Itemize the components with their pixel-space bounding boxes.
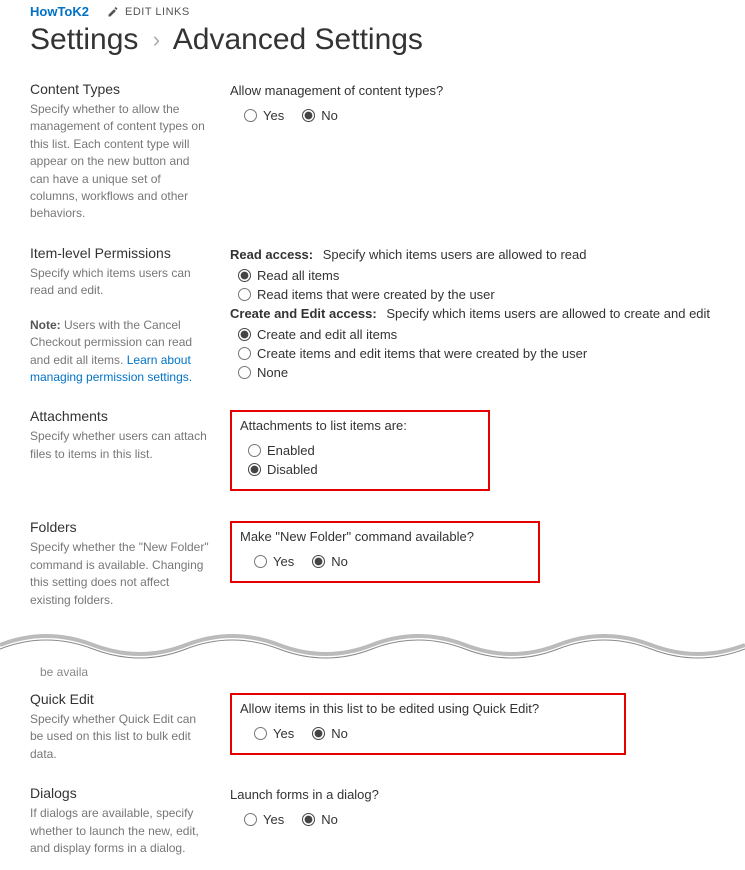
truncated-content-stub: be availa xyxy=(0,665,745,685)
content-types-question: Allow management of content types? xyxy=(230,83,715,98)
quick-edit-highlight-box: Allow items in this list to be edited us… xyxy=(230,693,626,755)
option-label: None xyxy=(257,365,288,380)
quick-edit-no-option[interactable]: No xyxy=(312,726,348,741)
option-label: Enabled xyxy=(267,443,315,458)
quick-edit-question: Allow items in this list to be edited us… xyxy=(240,701,616,716)
attachments-disabled-option[interactable]: Disabled xyxy=(248,462,480,477)
edit-links-label: EDIT LINKS xyxy=(125,6,190,18)
site-name-link[interactable]: HowToK2 xyxy=(30,4,89,19)
section-desc: Specify whether users can attach files t… xyxy=(30,428,210,463)
option-label: Read items that were created by the user xyxy=(257,287,495,302)
edit-none-radio[interactable] xyxy=(238,366,251,379)
read-access-header: Read access: xyxy=(230,247,313,262)
read-all-radio[interactable] xyxy=(238,269,251,282)
section-folders: Folders Specify whether the "New Folder"… xyxy=(30,513,715,625)
section-dialogs: Dialogs If dialogs are available, specif… xyxy=(30,779,715,861)
section-title: Quick Edit xyxy=(30,691,210,707)
note-label: Note: xyxy=(30,318,61,332)
pencil-icon xyxy=(107,6,119,18)
edit-access-header: Create and Edit access: xyxy=(230,306,377,321)
option-label: Create and edit all items xyxy=(257,327,397,342)
section-title: Folders xyxy=(30,519,210,535)
read-own-option[interactable]: Read items that were created by the user xyxy=(238,287,715,302)
truncated-left-text: be availa xyxy=(40,665,230,679)
section-quick-edit: Quick Edit Specify whether Quick Edit ca… xyxy=(30,685,715,779)
quick-edit-no-radio[interactable] xyxy=(312,727,325,740)
breadcrumb-current: Advanced Settings xyxy=(173,23,423,56)
folders-no-radio[interactable] xyxy=(312,555,325,568)
page-title-breadcrumb: Settings › Advanced Settings xyxy=(0,21,745,75)
section-desc: Specify whether to allow the management … xyxy=(30,101,210,223)
edit-none-option[interactable]: None xyxy=(238,365,590,380)
content-types-no-radio[interactable] xyxy=(302,109,315,122)
dialogs-no-option[interactable]: No xyxy=(302,812,338,827)
attachments-disabled-radio[interactable] xyxy=(248,463,261,476)
option-label: Yes xyxy=(273,726,294,741)
folders-no-option[interactable]: No xyxy=(312,554,348,569)
edit-own-option[interactable]: Create items and edit items that were cr… xyxy=(238,346,590,361)
option-label: Create items and edit items that were cr… xyxy=(257,346,587,361)
attachments-enabled-radio[interactable] xyxy=(248,444,261,457)
section-desc: Specify which items users can read and e… xyxy=(30,265,210,387)
read-own-radio[interactable] xyxy=(238,288,251,301)
content-cutoff-divider xyxy=(0,625,745,665)
option-label: No xyxy=(321,812,338,827)
content-types-yes-option[interactable]: Yes xyxy=(244,108,284,123)
option-label: No xyxy=(321,108,338,123)
option-label: Yes xyxy=(263,108,284,123)
option-label: Disabled xyxy=(267,462,318,477)
edit-all-radio[interactable] xyxy=(238,328,251,341)
dialogs-yes-option[interactable]: Yes xyxy=(244,812,284,827)
read-all-option[interactable]: Read all items xyxy=(238,268,715,283)
option-label: Yes xyxy=(273,554,294,569)
section-desc: Specify whether Quick Edit can be used o… xyxy=(30,711,210,763)
option-label: No xyxy=(331,554,348,569)
quick-edit-yes-option[interactable]: Yes xyxy=(254,726,294,741)
attachments-question: Attachments to list items are: xyxy=(240,418,480,433)
edit-all-option[interactable]: Create and edit all items xyxy=(238,327,590,342)
desc-text: Specify which items users can read and e… xyxy=(30,266,191,297)
section-title: Attachments xyxy=(30,408,210,424)
option-label: Yes xyxy=(263,812,284,827)
section-desc: Specify whether the "New Folder" command… xyxy=(30,539,210,609)
option-label: No xyxy=(331,726,348,741)
attachments-enabled-option[interactable]: Enabled xyxy=(248,443,480,458)
dialogs-no-radio[interactable] xyxy=(302,813,315,826)
section-title: Dialogs xyxy=(30,785,210,801)
folders-yes-radio[interactable] xyxy=(254,555,267,568)
folders-yes-option[interactable]: Yes xyxy=(254,554,294,569)
section-attachments: Attachments Specify whether users can at… xyxy=(30,402,715,513)
dialogs-yes-radio[interactable] xyxy=(244,813,257,826)
quick-edit-yes-radio[interactable] xyxy=(254,727,267,740)
folders-highlight-box: Make "New Folder" command available? Yes… xyxy=(230,521,540,583)
section-item-permissions: Item-level Permissions Specify which ite… xyxy=(30,239,715,403)
breadcrumb-separator-icon: › xyxy=(153,27,160,52)
section-desc: If dialogs are available, specify whethe… xyxy=(30,805,210,857)
option-label: Read all items xyxy=(257,268,339,283)
section-title: Content Types xyxy=(30,81,210,97)
edit-links-button[interactable]: EDIT LINKS xyxy=(107,6,190,18)
dialogs-question: Launch forms in a dialog? xyxy=(230,787,715,802)
read-access-text: Specify which items users are allowed to… xyxy=(323,247,587,262)
content-types-yes-radio[interactable] xyxy=(244,109,257,122)
content-types-no-option[interactable]: No xyxy=(302,108,338,123)
edit-access-text: Specify which items users are allowed to… xyxy=(386,306,710,321)
folders-question: Make "New Folder" command available? xyxy=(240,529,530,544)
top-navigation: HowToK2 EDIT LINKS xyxy=(0,0,745,21)
section-content-types: Content Types Specify whether to allow t… xyxy=(30,75,715,239)
breadcrumb-parent[interactable]: Settings xyxy=(30,23,138,56)
attachments-highlight-box: Attachments to list items are: Enabled D… xyxy=(230,410,490,491)
edit-own-radio[interactable] xyxy=(238,347,251,360)
section-title: Item-level Permissions xyxy=(30,245,210,261)
